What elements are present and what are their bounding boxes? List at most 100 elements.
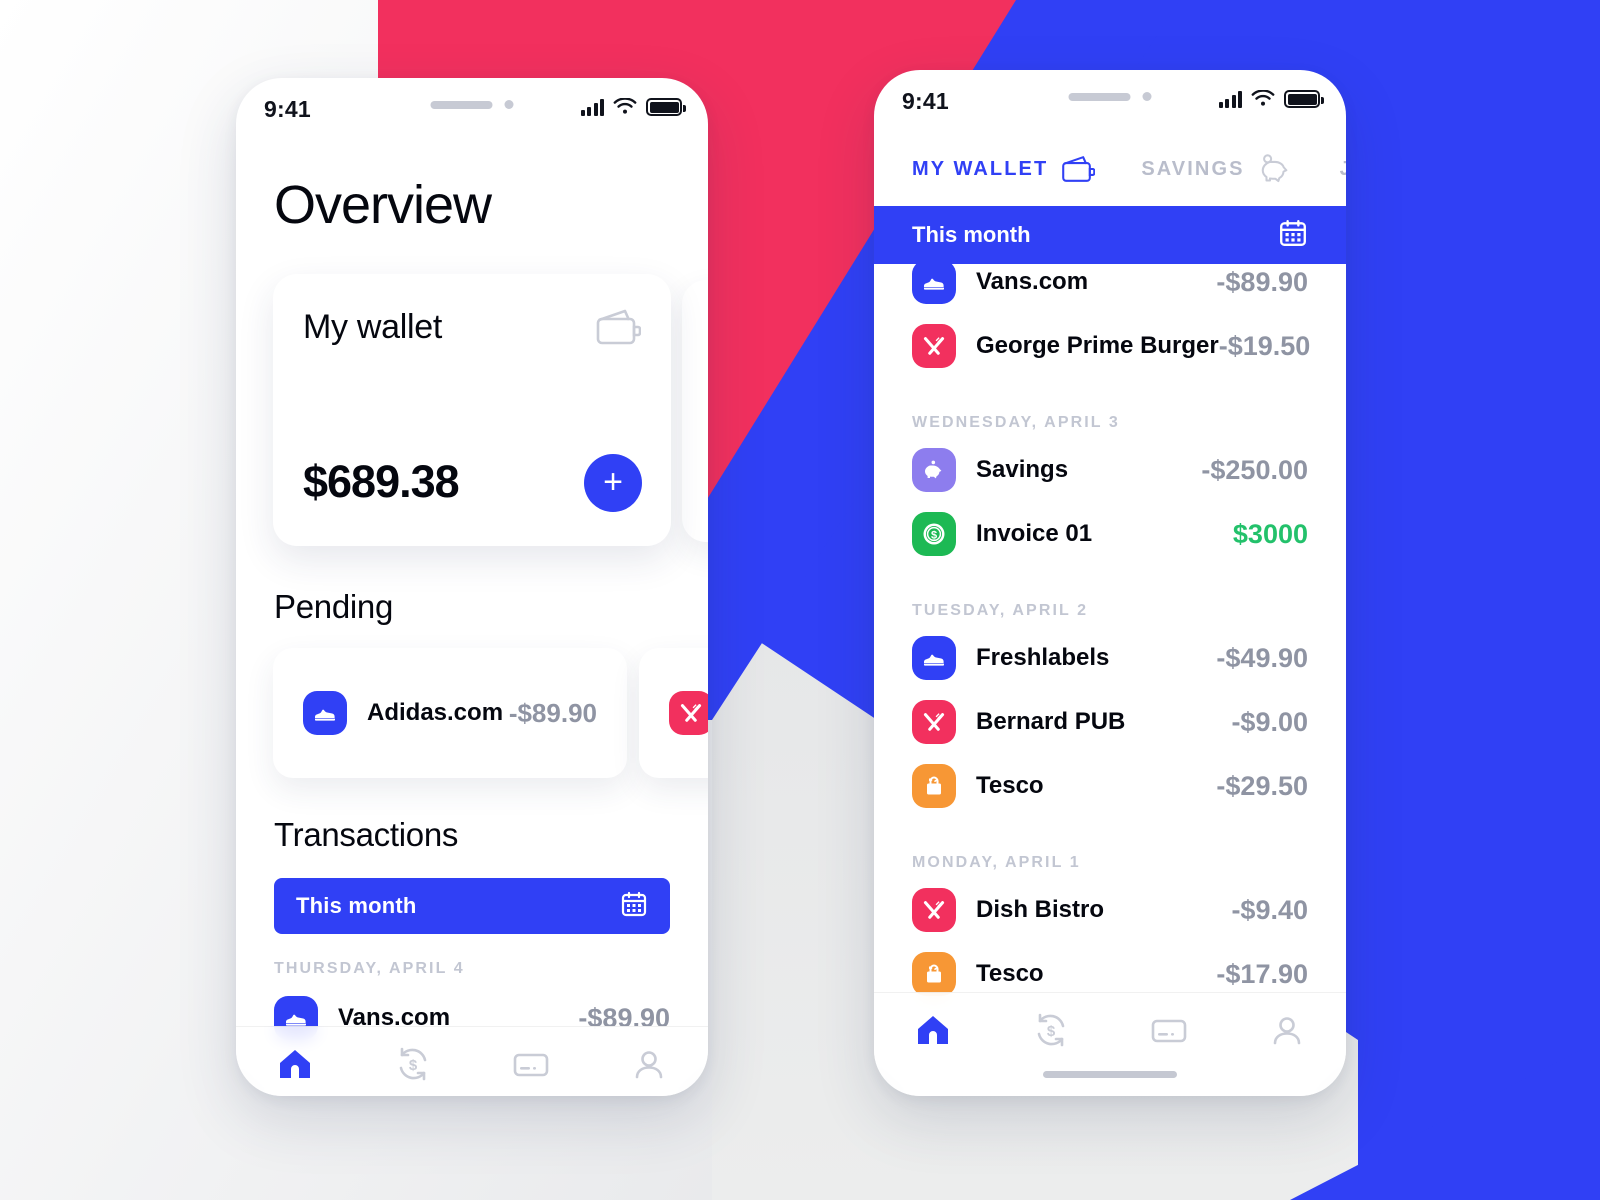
- shoe-icon: [303, 691, 347, 735]
- status-time: 9:41: [264, 96, 311, 122]
- transaction-merchant: Bernard PUB: [976, 708, 1126, 735]
- credit-card-icon: [513, 1053, 549, 1077]
- transaction-day-label: WEDNESDAY, APRIL 3: [912, 414, 1120, 431]
- transaction-merchant: Vans.com: [976, 268, 1089, 295]
- wallet-balance: $689.38: [303, 456, 460, 507]
- wifi-icon: [613, 98, 637, 114]
- table-row[interactable]: George Prime Burger -$19.50: [874, 314, 1346, 378]
- status-bar-right: 9:41: [874, 70, 1346, 132]
- home-icon: [918, 1016, 948, 1044]
- notch: [1068, 92, 1152, 101]
- cutlery-icon: [912, 700, 956, 744]
- right-screen: MY WALLET SAVINGS JOINT BA This month: [874, 132, 1346, 1096]
- calendar-icon[interactable]: [1278, 218, 1308, 253]
- table-row[interactable]: $ Invoice 01 $3000: [874, 502, 1346, 566]
- tab-cards[interactable]: [1148, 1009, 1190, 1056]
- transactions-list[interactable]: Vans.com -$89.90 George Prime Burger -$1…: [874, 264, 1346, 1096]
- cutlery-icon: [669, 691, 708, 735]
- tab-my-wallet[interactable]: MY WALLET: [912, 154, 1096, 184]
- cellular-signal-icon: [1218, 91, 1242, 108]
- cellular-signal-icon: [580, 99, 604, 116]
- pending-card[interactable]: [639, 648, 708, 778]
- wallet-card-secondary[interactable]: [682, 280, 708, 542]
- person-icon: [635, 1051, 663, 1079]
- account-tabs: MY WALLET SAVINGS JOINT BA: [874, 132, 1346, 206]
- battery-icon: [646, 98, 686, 116]
- transaction-merchant: Tesco: [976, 960, 1044, 987]
- phone-right: 9:41 MY WALLET SAVINGS This month Vans.c…: [874, 70, 1346, 1096]
- table-row[interactable]: Freshlabels -$49.90: [874, 626, 1346, 690]
- tab-cards[interactable]: [510, 1043, 552, 1090]
- status-time: 9:41: [902, 88, 949, 114]
- wallet-name: My wallet: [303, 308, 442, 346]
- tab-joint-bank-label: JOINT BA: [1340, 158, 1346, 181]
- tab-home[interactable]: [912, 1009, 954, 1056]
- pending-amount: -$89.90: [508, 697, 597, 728]
- svg-text:$: $: [409, 1057, 418, 1074]
- cutlery-icon: [912, 888, 956, 932]
- pending-carousel[interactable]: Adidas.com -$89.90: [236, 648, 708, 780]
- transaction-day-label: MONDAY, APRIL 1: [912, 854, 1081, 871]
- home-indicator: [1043, 1071, 1177, 1078]
- battery-icon: [1284, 90, 1324, 108]
- transaction-day-label: TUESDAY, APRIL 2: [912, 602, 1089, 619]
- tab-home[interactable]: [274, 1043, 316, 1090]
- tab-profile[interactable]: [628, 1043, 670, 1090]
- transaction-merchant: Freshlabels: [976, 644, 1110, 671]
- pending-merchant: Adidas.com: [367, 699, 504, 726]
- status-indicators: [1218, 90, 1324, 108]
- svg-text:$: $: [1047, 1023, 1056, 1040]
- exchange-icon: $: [399, 1047, 427, 1081]
- transaction-amount: -$19.50: [1218, 330, 1311, 361]
- tab-savings-label: SAVINGS: [1141, 157, 1245, 180]
- bottom-tab-bar-right: $: [874, 992, 1346, 1096]
- transaction-amount: -$49.90: [1216, 642, 1308, 673]
- transaction-merchant: Dish Bistro: [976, 896, 1105, 923]
- transaction-merchant: George Prime Burger: [976, 332, 1219, 359]
- dollar-coin-icon: $: [912, 512, 956, 556]
- transaction-amount: -$29.50: [1216, 770, 1308, 801]
- front-camera-icon: [504, 100, 514, 109]
- month-filter-label: This month: [912, 222, 1031, 247]
- speaker-grille-icon: [430, 100, 493, 109]
- wallet-icon: [596, 309, 641, 345]
- person-icon: [1273, 1017, 1301, 1045]
- transaction-amount: $3000: [1232, 518, 1308, 549]
- tab-joint-bank[interactable]: JOINT BA: [1340, 158, 1346, 181]
- bottom-tab-bar-left: $: [236, 1026, 708, 1096]
- tab-profile[interactable]: [1266, 1009, 1308, 1056]
- month-filter-button[interactable]: This month: [274, 878, 670, 934]
- shoe-icon: [912, 636, 956, 680]
- month-filter-button[interactable]: This month: [874, 206, 1346, 264]
- pending-heading: Pending: [274, 588, 394, 625]
- speaker-grille-icon: [1068, 92, 1131, 101]
- status-indicators: [580, 98, 686, 116]
- table-row[interactable]: Savings -$250.00: [874, 438, 1346, 502]
- transaction-amount: -$9.00: [1231, 706, 1308, 737]
- wallet-card-primary[interactable]: My wallet $689.38 +: [273, 274, 671, 546]
- shoe-icon: [912, 264, 956, 304]
- page-title: Overview: [274, 175, 492, 235]
- transaction-merchant: Tesco: [976, 772, 1044, 799]
- wifi-icon: [1251, 90, 1275, 106]
- calendar-icon[interactable]: [620, 890, 648, 923]
- add-wallet-button[interactable]: +: [584, 454, 642, 512]
- table-row[interactable]: Dish Bistro -$9.40: [874, 878, 1346, 942]
- shopping-bag-icon: [912, 952, 956, 996]
- piggy-bank-icon: [912, 448, 956, 492]
- table-row[interactable]: Bernard PUB -$9.00: [874, 690, 1346, 754]
- wallet-card-stack: My wallet $689.38 +: [236, 274, 708, 552]
- home-icon: [280, 1050, 310, 1078]
- table-row[interactable]: Tesco -$29.50: [874, 754, 1346, 818]
- status-bar-left: 9:41: [236, 78, 708, 140]
- table-row[interactable]: Vans.com -$89.90: [874, 264, 1346, 314]
- tab-savings[interactable]: SAVINGS: [1141, 154, 1293, 184]
- cutlery-icon: [912, 324, 956, 368]
- tab-my-wallet-label: MY WALLET: [912, 157, 1049, 180]
- credit-card-icon: [1151, 1019, 1187, 1043]
- pending-card[interactable]: Adidas.com -$89.90: [273, 648, 627, 778]
- tab-transfer[interactable]: $: [392, 1043, 434, 1090]
- transaction-amount: -$9.40: [1231, 894, 1308, 925]
- tab-transfer[interactable]: $: [1030, 1009, 1072, 1056]
- transaction-amount: -$250.00: [1201, 454, 1308, 485]
